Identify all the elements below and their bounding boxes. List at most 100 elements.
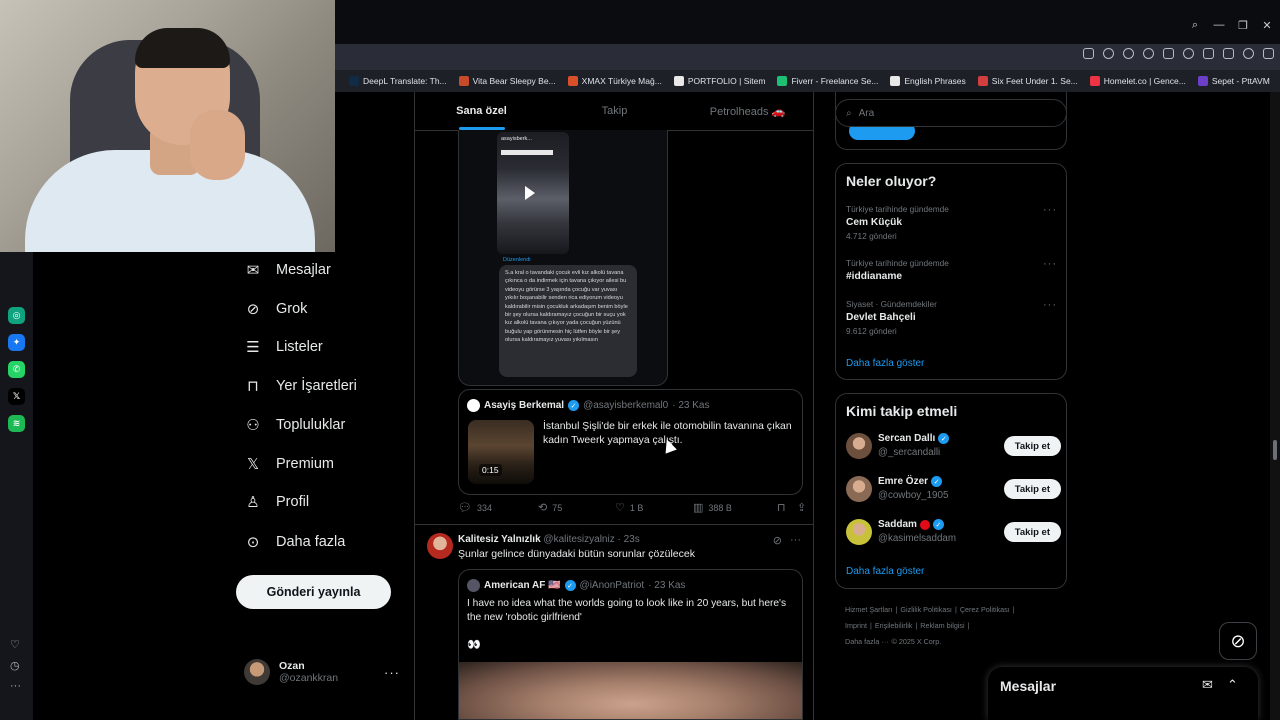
views-button[interactable]: ▥ 388 B	[693, 501, 777, 514]
spotify-app-icon[interactable]: ≋	[8, 415, 25, 432]
reply-button[interactable]: 💬︎ 334	[458, 501, 538, 514]
bookmark-item[interactable]: Sepet - PttAVM	[1197, 76, 1270, 86]
chatgpt-app-icon[interactable]: ◎	[8, 307, 25, 324]
who-to-follow-item[interactable]: Emre Özer ✓ @cowboy_1905 Takip et	[846, 476, 1061, 506]
search-icon[interactable]: ⌕	[1188, 18, 1202, 32]
search-input[interactable]	[858, 107, 1039, 119]
nav-item-mesajlar[interactable]: ✉ Mesajlar	[244, 258, 331, 282]
footer-link[interactable]: Çerez Politikası	[960, 605, 1010, 614]
shield-icon[interactable]	[1123, 48, 1134, 59]
nav-item-topluluklar[interactable]: ⚇ Topluluklar	[244, 413, 345, 437]
quoted-post[interactable]: Asayiş Berkemal ✓ @asayisberkemal0 · 23 …	[458, 389, 803, 495]
more-icon[interactable]: ···	[10, 680, 21, 692]
reply-icon: 💬︎	[458, 502, 472, 514]
bookmark-item[interactable]: English Phrases	[890, 76, 966, 86]
follow-button[interactable]: Takip et	[1003, 436, 1061, 456]
x-app-icon[interactable]: 𝕏	[8, 388, 25, 405]
grok-icon[interactable]: ⊘	[773, 534, 782, 547]
toolbar-icons	[1083, 48, 1274, 59]
follow-button[interactable]: Takip et	[1003, 479, 1061, 499]
footer-link[interactable]: Gizlilik Politikası	[900, 605, 952, 614]
video-thumbnail[interactable]: 0:15	[468, 420, 534, 484]
nav-item-daha-fazla[interactable]: ⊙ Daha fazla	[244, 530, 346, 554]
show-more-link[interactable]: Daha fazla göster	[846, 566, 924, 577]
bookmark-button[interactable]: ⊓	[777, 501, 797, 514]
nav-item-label: Profil	[276, 494, 310, 510]
new-message-icon[interactable]: ✉	[1202, 677, 1213, 693]
more-icon[interactable]: ···	[790, 534, 801, 547]
bookmark-icon: ⊓	[777, 502, 786, 514]
footer-link[interactable]: Reklam bilgisi	[920, 621, 964, 630]
play-icon[interactable]	[1163, 48, 1174, 59]
more-circle-icon: ⊙	[246, 534, 260, 551]
bookmark-item[interactable]: Vita Bear Sleepy Be...	[458, 76, 556, 86]
chevron-up-icon[interactable]: ⌃	[1227, 677, 1238, 693]
bookmark-item[interactable]: Homelet.co | Gence...	[1089, 76, 1186, 86]
profile-name: Ozan	[279, 660, 305, 672]
who-to-follow-item[interactable]: Sercan Dallı ✓ @_sercandalli Takip et	[846, 433, 1061, 463]
tab-1[interactable]: Takip	[548, 92, 681, 130]
messenger-app-icon[interactable]: ✦	[8, 334, 25, 351]
bookmark-item[interactable]: Six Feet Under 1. Se...	[977, 76, 1078, 86]
heart-icon[interactable]: ♡	[10, 638, 20, 651]
who-to-follow-item[interactable]: Saddam ✓ @kasimelsaddam Takip et	[846, 519, 1061, 549]
bookmark-item[interactable]: XMAX Türkiye Mağ...	[567, 76, 662, 86]
post-button[interactable]: Gönderi yayınla	[236, 575, 391, 609]
quoted-post[interactable]: American AF 🇺🇸 ✓ @iAnonPatriot · 23 Kas …	[458, 569, 803, 720]
more-icon[interactable]: ···	[1043, 204, 1057, 216]
footer-link[interactable]: Daha fazla ···	[845, 637, 889, 646]
quote-date: · 23 Kas	[672, 400, 710, 411]
footer-link[interactable]: Imprint	[845, 621, 867, 630]
follow-button[interactable]: Takip et	[1003, 522, 1061, 542]
settings-icon[interactable]	[1263, 48, 1274, 59]
tab-2[interactable]: Petrolheads 🚗	[681, 92, 814, 130]
more-icon[interactable]: ···	[1043, 258, 1057, 270]
quote-header: Asayiş Berkemal ✓ @asayisberkemal0 · 23 …	[467, 399, 710, 412]
more-icon[interactable]: ···	[384, 665, 400, 680]
scrollbar-thumb[interactable]	[1273, 440, 1277, 460]
minimize-icon[interactable]: —	[1212, 18, 1226, 32]
side-app-bar: ♡ ◷ ··· ◎ ✦ ✆ 𝕏 ≋	[0, 252, 33, 720]
nav-item-grok[interactable]: ⊘ Grok	[244, 297, 308, 321]
restore-icon[interactable]: ❐	[1236, 18, 1250, 32]
download-icon[interactable]	[1203, 48, 1214, 59]
quote-image[interactable]	[459, 662, 802, 719]
share-button[interactable]: ⇪	[797, 501, 806, 514]
menu-icon[interactable]	[1223, 48, 1234, 59]
messages-drawer[interactable]: Mesajlar ✉ ⌃	[988, 667, 1258, 720]
heart-icon[interactable]	[1183, 48, 1194, 59]
grok-button[interactable]: ⊘	[1219, 622, 1257, 660]
account-icon[interactable]	[1243, 48, 1254, 59]
more-icon[interactable]: ···	[1043, 299, 1057, 311]
search-box[interactable]: ⌕	[835, 99, 1067, 127]
nav-item-profil[interactable]: ♙ Profil	[244, 490, 309, 514]
close-icon[interactable]: ✕	[1260, 18, 1274, 32]
bookmark-item[interactable]: PORTFOLIO | Sitem	[673, 76, 765, 86]
quote-text: I have no idea what the worlds going to …	[467, 598, 787, 623]
scrollbar[interactable]	[1270, 92, 1280, 720]
bookmark-item[interactable]: Fiverr - Freelance Se...	[777, 76, 878, 86]
nav-item-listeler[interactable]: ☰ Listeler	[244, 335, 322, 359]
edit-icon[interactable]	[1083, 48, 1094, 59]
like-button[interactable]: ♡ 1 B	[615, 501, 693, 514]
footer-link[interactable]: Erişilebilirlik	[875, 621, 913, 630]
avatar	[467, 399, 480, 412]
clock-icon[interactable]: ◷	[10, 659, 20, 672]
trend-item[interactable]: Siyaset · Gündemdekiler Devlet Bahçeli 9.6…	[846, 299, 1061, 336]
account-switcher[interactable]: Ozan @ozankkran ···	[244, 659, 404, 685]
nav-item-yer-i-aretleri[interactable]: ⊓ Yer İşaretleri	[244, 374, 357, 398]
camera-icon[interactable]	[1103, 48, 1114, 59]
repost-button[interactable]: ⟲ 75	[538, 501, 615, 514]
whatsapp-app-icon[interactable]: ✆	[8, 361, 25, 378]
nav-item-premium[interactable]: 𝕏 Premium	[244, 452, 334, 476]
show-more-link[interactable]: Daha fazla göster	[846, 358, 924, 369]
trend-item[interactable]: Türkiye tarihinde gündemde Cem Küçük 4.712…	[846, 204, 1061, 241]
extension-icon[interactable]	[1143, 48, 1154, 59]
bookmark-item[interactable]: DeepL Translate: Th...	[349, 76, 447, 86]
footer-link[interactable]: © 2025 X Corp.	[892, 637, 942, 646]
tab-0[interactable]: Sana özel	[415, 92, 548, 130]
verified-icon: ✓	[568, 400, 580, 411]
footer-link[interactable]: Hizmet Şartları	[845, 605, 893, 614]
attached-screenshot[interactable]: asayisberk... Düzenlendi S.a kral o tava…	[458, 130, 668, 386]
trend-item[interactable]: Türkiye tarihinde gündemde #iddianame ···	[846, 258, 1061, 282]
